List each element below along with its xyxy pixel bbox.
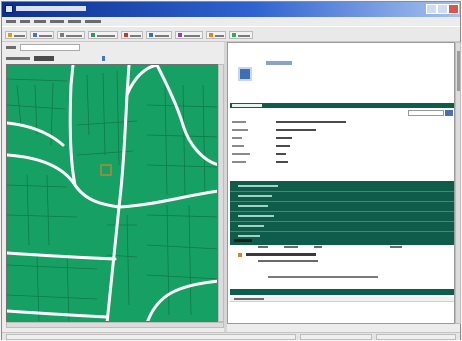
summary-row-1 — [246, 253, 316, 256]
bottom-section-header — [230, 289, 454, 295]
menu-item-6[interactable] — [85, 20, 101, 23]
summary-col-3 — [314, 246, 322, 248]
field-value-1 — [276, 121, 346, 123]
open-icon — [8, 33, 12, 37]
parcel-map[interactable] — [6, 64, 218, 322]
map-canvas — [7, 65, 217, 321]
zoom-icon — [209, 33, 213, 37]
status-segment-1 — [6, 334, 296, 340]
field-value-6 — [276, 161, 288, 163]
location-field[interactable] — [20, 44, 80, 51]
map-scale-row — [2, 54, 220, 64]
field-label-2 — [232, 129, 248, 131]
search-icon[interactable] — [445, 110, 453, 116]
summary-col-1 — [258, 246, 268, 248]
save-icon — [33, 33, 37, 37]
bottom-section-title — [234, 298, 264, 300]
toolbar-button-3[interactable] — [57, 31, 85, 39]
print-icon — [60, 33, 64, 37]
search-field[interactable] — [408, 110, 444, 116]
window-title — [16, 6, 86, 11]
application-window — [1, 1, 461, 340]
link-item-2[interactable] — [238, 195, 272, 197]
status-segment-2 — [300, 334, 372, 340]
toolbar — [2, 26, 460, 42]
field-value-3 — [276, 137, 292, 139]
menu-item-3[interactable] — [34, 20, 46, 23]
identify-icon — [91, 33, 95, 37]
toolbar-button-8[interactable] — [206, 31, 226, 39]
layers-icon — [178, 33, 182, 37]
location-label — [6, 46, 16, 49]
link-item-5[interactable] — [238, 225, 264, 227]
menu-item-4[interactable] — [50, 20, 64, 23]
menu-item-5[interactable] — [68, 20, 81, 23]
link-item-4[interactable] — [238, 215, 274, 217]
property-links-panel — [230, 181, 454, 245]
help-icon — [232, 33, 236, 37]
summary-row-2 — [258, 260, 318, 262]
report-icon — [149, 33, 153, 37]
details-header-title — [266, 61, 292, 65]
field-value-2 — [276, 129, 316, 131]
field-label-6 — [232, 161, 246, 163]
warning-icon — [238, 253, 242, 257]
property-icon — [238, 67, 252, 81]
toolbar-button-4[interactable] — [88, 31, 118, 39]
toolbar-button-5[interactable] — [121, 31, 143, 39]
menu-item-1[interactable] — [6, 20, 16, 23]
status-bar — [2, 332, 460, 340]
menu-item-2[interactable] — [20, 20, 30, 23]
title-bar[interactable] — [2, 2, 460, 17]
selected-parcel[interactable] — [100, 164, 112, 176]
summary-col-4 — [390, 246, 402, 248]
map-horizontal-scrollbar[interactable] — [6, 322, 224, 328]
summary-title — [234, 239, 252, 242]
minimize-icon[interactable] — [426, 4, 437, 14]
field-label-3 — [232, 137, 242, 139]
location-row — [2, 42, 222, 54]
section-header — [230, 103, 454, 108]
scrollbar-thumb[interactable] — [457, 51, 460, 91]
link-item-1[interactable] — [238, 185, 278, 187]
details-scrollbar[interactable] — [455, 42, 461, 324]
close-icon[interactable] — [448, 4, 459, 14]
menu-bar — [2, 17, 460, 26]
toolbar-button-9[interactable] — [229, 31, 253, 39]
link-item-6[interactable] — [238, 235, 260, 237]
road-network — [7, 65, 217, 321]
toolbar-button-7[interactable] — [175, 31, 203, 39]
field-label-1 — [232, 121, 246, 123]
footer-link[interactable] — [268, 276, 378, 278]
details-panel — [227, 42, 455, 324]
scale-value — [34, 56, 54, 61]
search-icon — [124, 33, 128, 37]
maximize-icon[interactable] — [437, 4, 448, 14]
field-label-4 — [232, 145, 244, 147]
toolbar-button-6[interactable] — [146, 31, 172, 39]
section-title — [232, 104, 262, 107]
app-icon — [5, 5, 13, 13]
link-item-3[interactable] — [238, 205, 268, 207]
field-value-5 — [276, 153, 286, 155]
status-segment-3 — [376, 334, 456, 340]
toolbar-button-2[interactable] — [30, 31, 54, 39]
field-label-5 — [232, 153, 250, 155]
scale-marker-icon — [102, 56, 105, 61]
toolbar-button-1[interactable] — [5, 31, 27, 39]
summary-col-2 — [284, 246, 298, 248]
field-value-4 — [276, 145, 290, 147]
scale-label — [6, 57, 30, 60]
